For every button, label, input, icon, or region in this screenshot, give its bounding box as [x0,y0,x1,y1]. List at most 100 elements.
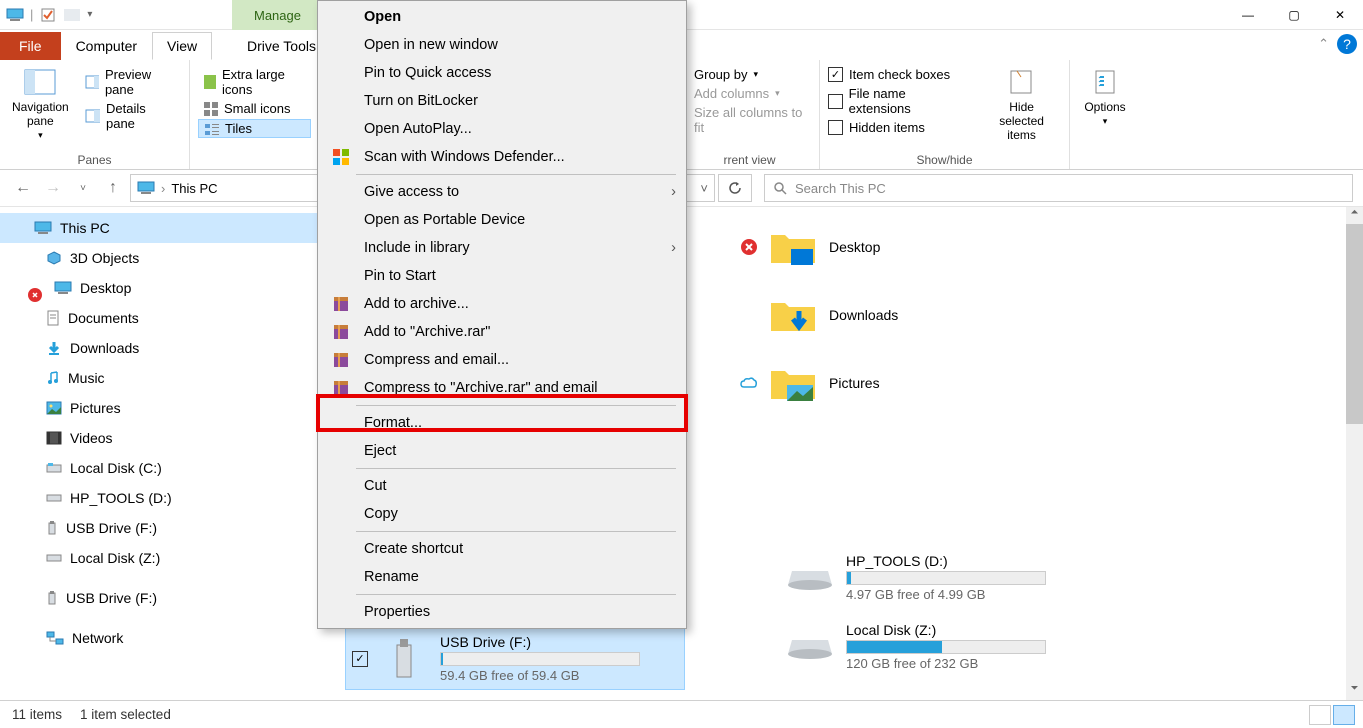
chevron-down-icon: ▾ [1103,116,1108,127]
cm-give-access[interactable]: Give access to› [318,178,686,206]
layout-small[interactable]: Small icons [198,100,311,117]
cm-open-new-window[interactable]: Open in new window [318,31,686,59]
sidebar-label: USB Drive (F:) [66,590,157,606]
hidden-items-toggle[interactable]: Hidden items [828,119,968,136]
winrar-icon [328,351,354,369]
options-button[interactable]: Options ▾ [1078,64,1132,129]
file-name-extensions-toggle[interactable]: File name extensions [828,85,968,117]
sidebar-label: This PC [60,220,110,236]
checkbox-checked-icon[interactable]: ✓ [352,651,368,667]
ribbon-group-label-current: rrent view [680,153,819,167]
cm-add-archive[interactable]: Add to archive... [318,290,686,318]
sidebar-label: USB Drive (F:) [66,520,157,536]
details-view-button[interactable] [1309,705,1331,725]
minimize-button[interactable]: — [1225,0,1271,30]
chevron-up-icon[interactable]: ⌃ [1318,36,1329,52]
add-columns-button[interactable]: Add columns ▾ [688,85,811,102]
refresh-button[interactable] [718,174,752,202]
preview-pane-label: Preview pane [105,67,175,97]
tile-pictures[interactable]: Pictures [740,363,898,403]
cm-scan-defender[interactable]: Scan with Windows Defender... [318,143,686,171]
cm-properties[interactable]: Properties [318,598,686,626]
sidebar-item-pictures[interactable]: Pictures [0,393,330,423]
options-icon [1087,66,1123,98]
cm-separator [356,531,676,532]
sidebar-item-3d-objects[interactable]: 3D Objects [0,243,330,273]
preview-pane-button[interactable]: Preview pane [79,66,181,98]
tile-hp-tools[interactable]: HP_TOOLS (D:) 4.97 GB free of 4.99 GB [780,547,1120,608]
cm-compress-rar-email[interactable]: Compress to "Archive.rar" and email [318,374,686,402]
computer-icon [6,6,24,24]
sidebar-item-music[interactable]: Music [0,363,330,393]
cm-include-library[interactable]: Include in library› [318,234,686,262]
layout-tiles[interactable]: Tiles [198,119,311,138]
tile-usb-f[interactable]: ✓ USB Drive (F:) 59.4 GB free of 59.4 GB [345,627,685,690]
cm-add-rar[interactable]: Add to "Archive.rar" [318,318,686,346]
cm-open[interactable]: Open [318,3,686,31]
cm-portable-device[interactable]: Open as Portable Device [318,206,686,234]
size-all-columns-button[interactable]: Size all columns to fit [688,104,811,136]
sidebar-item-downloads[interactable]: Downloads [0,333,330,363]
sidebar-item-usb-f-2[interactable]: USB Drive (F:) [0,583,330,613]
cm-pin-quick-access[interactable]: Pin to Quick access [318,59,686,87]
back-button[interactable]: ← [10,175,36,201]
cm-create-shortcut[interactable]: Create shortcut [318,535,686,563]
tile-title: HP_TOOLS (D:) [846,553,1114,569]
address-location: This PC [171,181,217,196]
cm-format[interactable]: Format... [318,409,686,437]
tab-file[interactable]: File [0,32,61,60]
navigation-pane-label: Navigation pane [12,100,69,128]
folder-icon [769,295,817,335]
tile-title: USB Drive (F:) [440,634,678,650]
tile-downloads[interactable]: Downloads [740,295,898,335]
cm-rename[interactable]: Rename [318,563,686,591]
sidebar-item-local-z[interactable]: Local Disk (Z:) [0,543,330,573]
properties-icon[interactable] [39,6,57,24]
capacity-bar [846,640,1046,654]
recent-locations-button[interactable]: ˅ [70,175,96,201]
sidebar-item-videos[interactable]: Videos [0,423,330,453]
cm-pin-start[interactable]: Pin to Start [318,262,686,290]
search-placeholder: Search This PC [795,181,886,196]
layout-extra-large[interactable]: Extra large icons [198,66,311,98]
tile-local-z[interactable]: Local Disk (Z:) 120 GB free of 232 GB [780,616,1120,677]
forward-button[interactable]: → [40,175,66,201]
search-box[interactable]: Search This PC [764,174,1353,202]
details-pane-button[interactable]: Details pane [79,100,181,132]
sidebar-item-documents[interactable]: Documents [0,303,330,333]
cm-copy[interactable]: Copy [318,500,686,528]
scrollbar[interactable]: ⏶ ⏷ [1346,207,1363,700]
item-check-boxes-toggle[interactable]: ✓Item check boxes [828,66,968,83]
sidebar-item-this-pc[interactable]: This PC [0,213,330,243]
size-all-columns-label: Size all columns to fit [694,105,805,135]
manage-tab[interactable]: Manage [232,0,323,30]
cm-compress-email[interactable]: Compress and email... [318,346,686,374]
ribbon-group-current-view: Group by ▾ Add columns ▾ Size all column… [680,60,820,169]
chevron-down-icon[interactable]: ˅ [700,181,708,196]
close-button[interactable]: ✕ [1317,0,1363,30]
cm-bitlocker[interactable]: Turn on BitLocker [318,87,686,115]
cm-separator [356,594,676,595]
usb-drive-icon [380,635,428,683]
tab-view[interactable]: View [152,32,212,60]
tiles-view-button[interactable] [1333,705,1355,725]
sidebar-item-desktop[interactable]: Desktop [0,273,330,303]
chevron-right-icon[interactable]: › [161,181,165,196]
up-button[interactable]: ↑ [100,175,126,201]
cm-cut[interactable]: Cut [318,472,686,500]
sidebar-item-usb-f[interactable]: USB Drive (F:) [0,513,330,543]
sidebar-item-network[interactable]: Network [0,623,330,653]
cm-autoplay[interactable]: Open AutoPlay... [318,115,686,143]
qat-dropdown-icon[interactable]: ▾ [87,9,92,20]
new-folder-icon[interactable] [63,6,81,24]
navigation-pane-button[interactable]: Navigation pane ▾ [8,64,73,167]
group-by-button[interactable]: Group by ▾ [688,66,811,83]
help-icon[interactable]: ? [1337,34,1357,54]
hide-selected-items-button[interactable]: Hide selected items [982,64,1061,144]
cm-eject[interactable]: Eject [318,437,686,465]
maximize-button[interactable]: ▢ [1271,0,1317,30]
tile-desktop[interactable]: Desktop [740,227,898,267]
sidebar-item-local-c[interactable]: Local Disk (C:) [0,453,330,483]
sidebar-item-hp-tools[interactable]: HP_TOOLS (D:) [0,483,330,513]
tab-computer[interactable]: Computer [61,32,152,60]
